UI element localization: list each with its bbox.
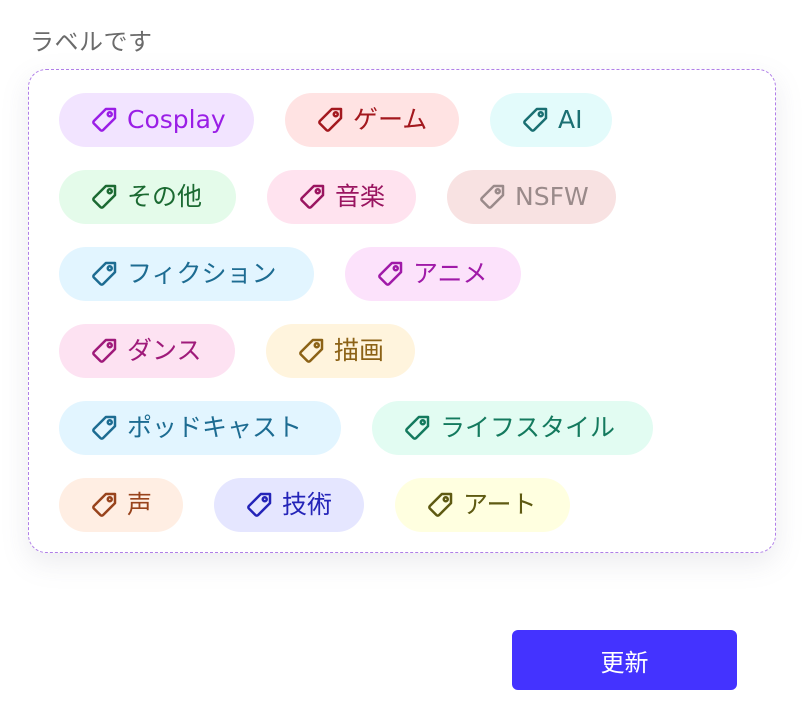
- tag-label: アニメ: [413, 259, 488, 288]
- tag-icon: [315, 105, 345, 135]
- label-editor: ラベルです Cosplay ゲーム AI その他 音楽 NSFW フィクション …: [0, 0, 812, 718]
- tag-icon: [402, 413, 432, 443]
- tag-chip-lifestyle[interactable]: ライフスタイル: [372, 401, 653, 455]
- tag-label: NSFW: [515, 182, 589, 211]
- tag-icon: [375, 259, 405, 289]
- tag-label: ゲーム: [353, 105, 428, 134]
- tag-icon: [425, 490, 455, 520]
- tag-chip-fiction[interactable]: フィクション: [59, 247, 314, 301]
- tag-label: ライフスタイル: [440, 413, 616, 442]
- tag-chip-nsfw[interactable]: NSFW: [447, 170, 616, 224]
- tag-row: その他 音楽 NSFW: [59, 170, 616, 224]
- tag-label: Cosplay: [127, 105, 226, 134]
- tag-icon: [89, 336, 119, 366]
- tag-icon: [520, 105, 550, 135]
- update-button[interactable]: 更新: [512, 630, 737, 690]
- tag-row: 声 技術 アート: [59, 478, 570, 532]
- section-title: ラベルです: [30, 28, 153, 56]
- tag-chip-anime[interactable]: アニメ: [345, 247, 521, 301]
- tag-label: 音楽: [335, 182, 386, 211]
- tag-icon: [244, 490, 274, 520]
- tag-icon: [297, 182, 327, 212]
- tag-chip-cosplay[interactable]: Cosplay: [59, 93, 254, 147]
- tag-chip-ai[interactable]: AI: [490, 93, 612, 147]
- tag-icon: [477, 182, 507, 212]
- tag-label: フィクション: [127, 259, 277, 288]
- tag-label: ポッドキャスト: [127, 413, 303, 442]
- tag-label: AI: [558, 105, 583, 134]
- tag-label: 技術: [282, 490, 333, 519]
- tag-label: ダンス: [127, 336, 202, 365]
- tag-icon: [89, 259, 119, 289]
- tag-row: ポッドキャスト ライフスタイル: [59, 401, 653, 455]
- tag-icon: [296, 336, 326, 366]
- tag-chip-podcast[interactable]: ポッドキャスト: [59, 401, 341, 455]
- tag-container: Cosplay ゲーム AI その他 音楽 NSFW フィクション アニメ ダン…: [28, 69, 776, 553]
- tag-chip-art[interactable]: アート: [395, 478, 570, 532]
- tag-chip-game[interactable]: ゲーム: [285, 93, 459, 147]
- tag-label: その他: [127, 182, 203, 211]
- tag-chip-other[interactable]: その他: [59, 170, 236, 224]
- tag-row: ダンス 描画: [59, 324, 415, 378]
- tag-row: フィクション アニメ: [59, 247, 521, 301]
- tag-chip-music[interactable]: 音楽: [267, 170, 416, 224]
- tag-chip-drawing[interactable]: 描画: [266, 324, 415, 378]
- tag-label: アート: [463, 490, 537, 519]
- tag-icon: [89, 105, 119, 135]
- tag-label: 描画: [334, 336, 385, 365]
- tag-chip-dance[interactable]: ダンス: [59, 324, 235, 378]
- tag-icon: [89, 182, 119, 212]
- tag-label: 声: [127, 490, 153, 519]
- tag-chip-technology[interactable]: 技術: [214, 478, 364, 532]
- tag-row: Cosplay ゲーム AI: [59, 93, 612, 147]
- tag-icon: [89, 490, 119, 520]
- tag-icon: [89, 413, 119, 443]
- tag-chip-voice[interactable]: 声: [59, 478, 183, 532]
